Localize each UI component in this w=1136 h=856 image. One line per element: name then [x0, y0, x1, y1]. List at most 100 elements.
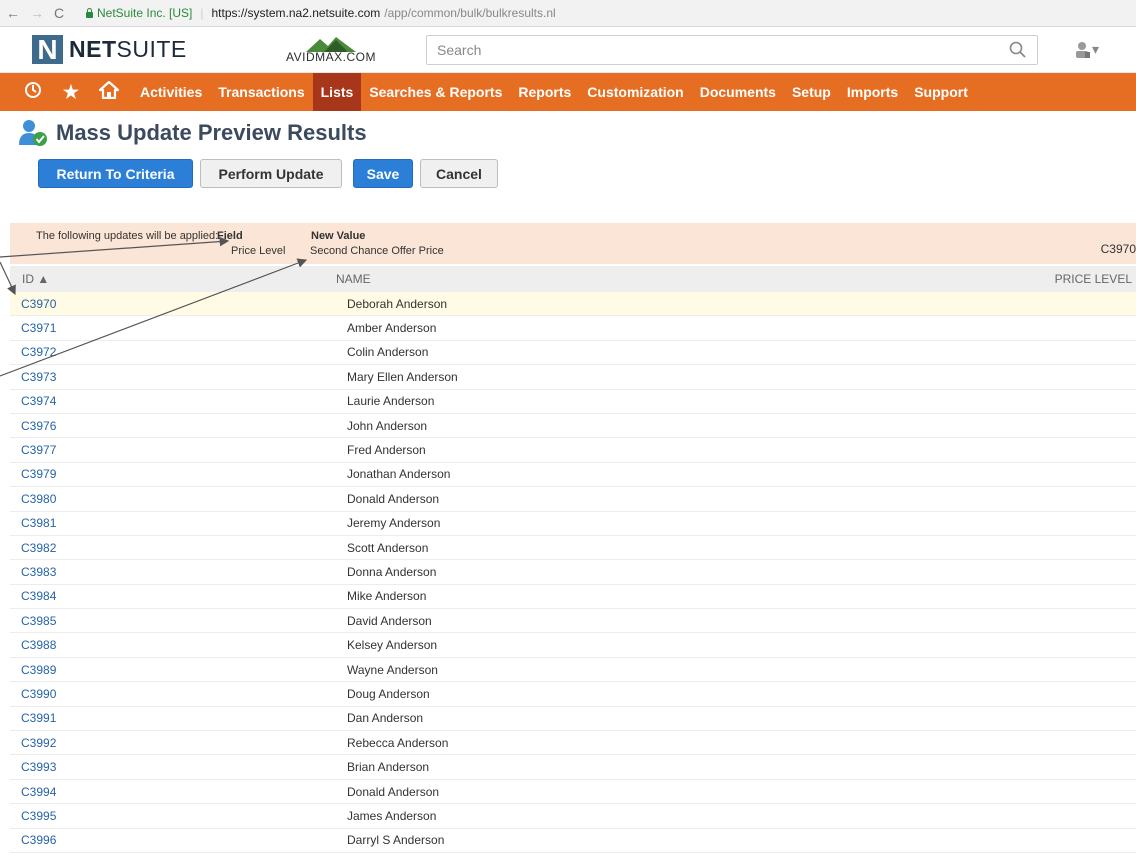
- results-table: ID ▲ NAME PRICE LEVEL C3970 Deborah Ander…: [10, 266, 1136, 853]
- record-id-link[interactable]: C3988: [21, 638, 56, 652]
- field-label: Field: [217, 230, 243, 242]
- table-row: C3991 Dan Anderson: [10, 707, 1136, 732]
- update-summary: The following updates will be applied: F…: [10, 223, 1136, 264]
- table-row: C3990 Doug Anderson: [10, 682, 1136, 707]
- record-id-link[interactable]: C3979: [21, 467, 56, 481]
- company-logo-text: AVIDMAX.COM: [286, 49, 376, 64]
- table-row: C3992 Rebecca Anderson: [10, 731, 1136, 756]
- record-id-link[interactable]: C3996: [21, 833, 56, 847]
- record-id-link[interactable]: C3976: [21, 419, 56, 433]
- nav-support[interactable]: Support: [906, 73, 976, 111]
- table-row: C3994 Donald Anderson: [10, 780, 1136, 805]
- record-id-link[interactable]: C3973: [21, 370, 56, 384]
- perform-update-button[interactable]: Perform Update: [200, 159, 342, 188]
- record-name: Darryl S Anderson: [347, 833, 445, 848]
- table-row: C3989 Wayne Anderson: [10, 658, 1136, 683]
- url-path: /app/common/bulk/bulkresults.nl: [384, 6, 556, 20]
- record-id-link[interactable]: C3985: [21, 614, 56, 628]
- address-bar[interactable]: NetSuite Inc. [US] | https://system.na2.…: [86, 6, 556, 20]
- home-icon[interactable]: [94, 80, 124, 104]
- record-id-link[interactable]: C3993: [21, 760, 56, 774]
- record-id-link[interactable]: C3980: [21, 492, 56, 506]
- search-icon[interactable]: [1009, 41, 1027, 59]
- record-name: Mary Ellen Anderson: [347, 369, 458, 384]
- role-menu[interactable]: ▾: [1074, 41, 1099, 59]
- record-name: Wayne Anderson: [347, 662, 438, 677]
- table-row: C3988 Kelsey Anderson: [10, 633, 1136, 658]
- main-nav: ★ Activities Transactions Lists Searches…: [0, 73, 1136, 111]
- record-id-link[interactable]: C3989: [21, 663, 56, 677]
- table-row: C3995 James Anderson: [10, 804, 1136, 829]
- record-name: Jeremy Anderson: [347, 516, 441, 531]
- chevron-down-icon: ▾: [1092, 41, 1100, 57]
- record-name: Donald Anderson: [347, 491, 440, 506]
- field-value: Price Level: [231, 245, 286, 257]
- secure-site-label: NetSuite Inc. [US]: [97, 6, 193, 20]
- table-header: ID ▲ NAME PRICE LEVEL: [10, 266, 1136, 292]
- table-row: C3996 Darryl S Anderson: [10, 829, 1136, 853]
- record-id-link[interactable]: C3981: [21, 516, 56, 530]
- record-id-link[interactable]: C3991: [21, 711, 56, 725]
- record-id-link[interactable]: C3971: [21, 321, 56, 335]
- record-id-link[interactable]: C3990: [21, 687, 56, 701]
- nav-customization[interactable]: Customization: [579, 73, 691, 111]
- return-to-criteria-button[interactable]: Return To Criteria: [38, 159, 193, 188]
- record-id-link[interactable]: C3992: [21, 736, 56, 750]
- record-name: Scott Anderson: [347, 540, 429, 555]
- record-id-link[interactable]: C3972: [21, 345, 56, 359]
- search-placeholder: Search: [437, 41, 482, 58]
- record-id-link[interactable]: C3983: [21, 565, 56, 579]
- table-row: C3970 Deborah Anderson: [10, 292, 1136, 317]
- nav-documents[interactable]: Documents: [692, 73, 784, 111]
- nav-transactions[interactable]: Transactions: [210, 73, 312, 111]
- table-row: C3982 Scott Anderson: [10, 536, 1136, 561]
- nav-reports[interactable]: Reports: [510, 73, 579, 111]
- record-id-link[interactable]: C3982: [21, 541, 56, 555]
- browser-toolbar: ← → C NetSuite Inc. [US] | https://syste…: [0, 0, 1136, 27]
- reload-icon[interactable]: C: [54, 5, 64, 21]
- url-divider: |: [200, 6, 204, 20]
- nav-imports[interactable]: Imports: [839, 73, 906, 111]
- record-name: Doug Anderson: [347, 686, 430, 701]
- record-id-link[interactable]: C3977: [21, 443, 56, 457]
- lock-icon: [86, 7, 93, 18]
- record-id-link[interactable]: C3995: [21, 809, 56, 823]
- nav-activities[interactable]: Activities: [132, 73, 210, 111]
- record-name: Laurie Anderson: [347, 394, 435, 409]
- table-row: C3993 Brian Anderson: [10, 755, 1136, 780]
- browser-nav: ← → C: [0, 5, 86, 21]
- table-row: C3979 Jonathan Anderson: [10, 463, 1136, 488]
- record-name: Jonathan Anderson: [347, 467, 451, 482]
- record-name: Donald Anderson: [347, 784, 440, 799]
- cancel-button[interactable]: Cancel: [420, 159, 498, 188]
- global-search-input[interactable]: Search: [426, 34, 1038, 65]
- record-id-link[interactable]: C3970: [21, 297, 56, 311]
- page-title: Mass Update Preview Results: [56, 120, 367, 145]
- record-name: Amber Anderson: [347, 321, 437, 336]
- table-row: C3981 Jeremy Anderson: [10, 512, 1136, 536]
- nav-setup[interactable]: Setup: [784, 73, 839, 111]
- forward-arrow-icon[interactable]: →: [30, 5, 44, 21]
- nav-lists[interactable]: Lists: [312, 73, 362, 111]
- column-header-price-level[interactable]: PRICE LEVEL: [1055, 272, 1132, 286]
- record-name: Fred Anderson: [347, 443, 426, 458]
- table-row: C3972 Colin Anderson: [10, 341, 1136, 366]
- nav-searches-reports[interactable]: Searches & Reports: [361, 73, 510, 111]
- save-button[interactable]: Save: [353, 159, 413, 188]
- netsuite-logo[interactable]: N NETSUITE: [32, 34, 222, 65]
- table-row: C3974 Laurie Anderson: [10, 390, 1136, 414]
- record-name: Rebecca Anderson: [347, 735, 449, 750]
- record-id-link[interactable]: C3974: [21, 394, 56, 408]
- back-arrow-icon[interactable]: ←: [6, 5, 20, 21]
- favorites-star-icon[interactable]: ★: [56, 82, 86, 103]
- table-body: C3970 Deborah Anderson C3971 Amber Anderson…: [10, 292, 1136, 853]
- user-check-icon: [19, 120, 47, 146]
- record-name: Donna Anderson: [347, 564, 437, 579]
- recent-icon[interactable]: [18, 81, 48, 104]
- company-logo: AVIDMAX.COM: [266, 36, 396, 64]
- record-id-link[interactable]: C3994: [21, 785, 56, 799]
- column-header-id[interactable]: ID ▲: [22, 272, 49, 286]
- column-header-name[interactable]: NAME: [336, 272, 371, 286]
- table-row: C3976 John Anderson: [10, 414, 1136, 439]
- record-id-link[interactable]: C3984: [21, 589, 56, 603]
